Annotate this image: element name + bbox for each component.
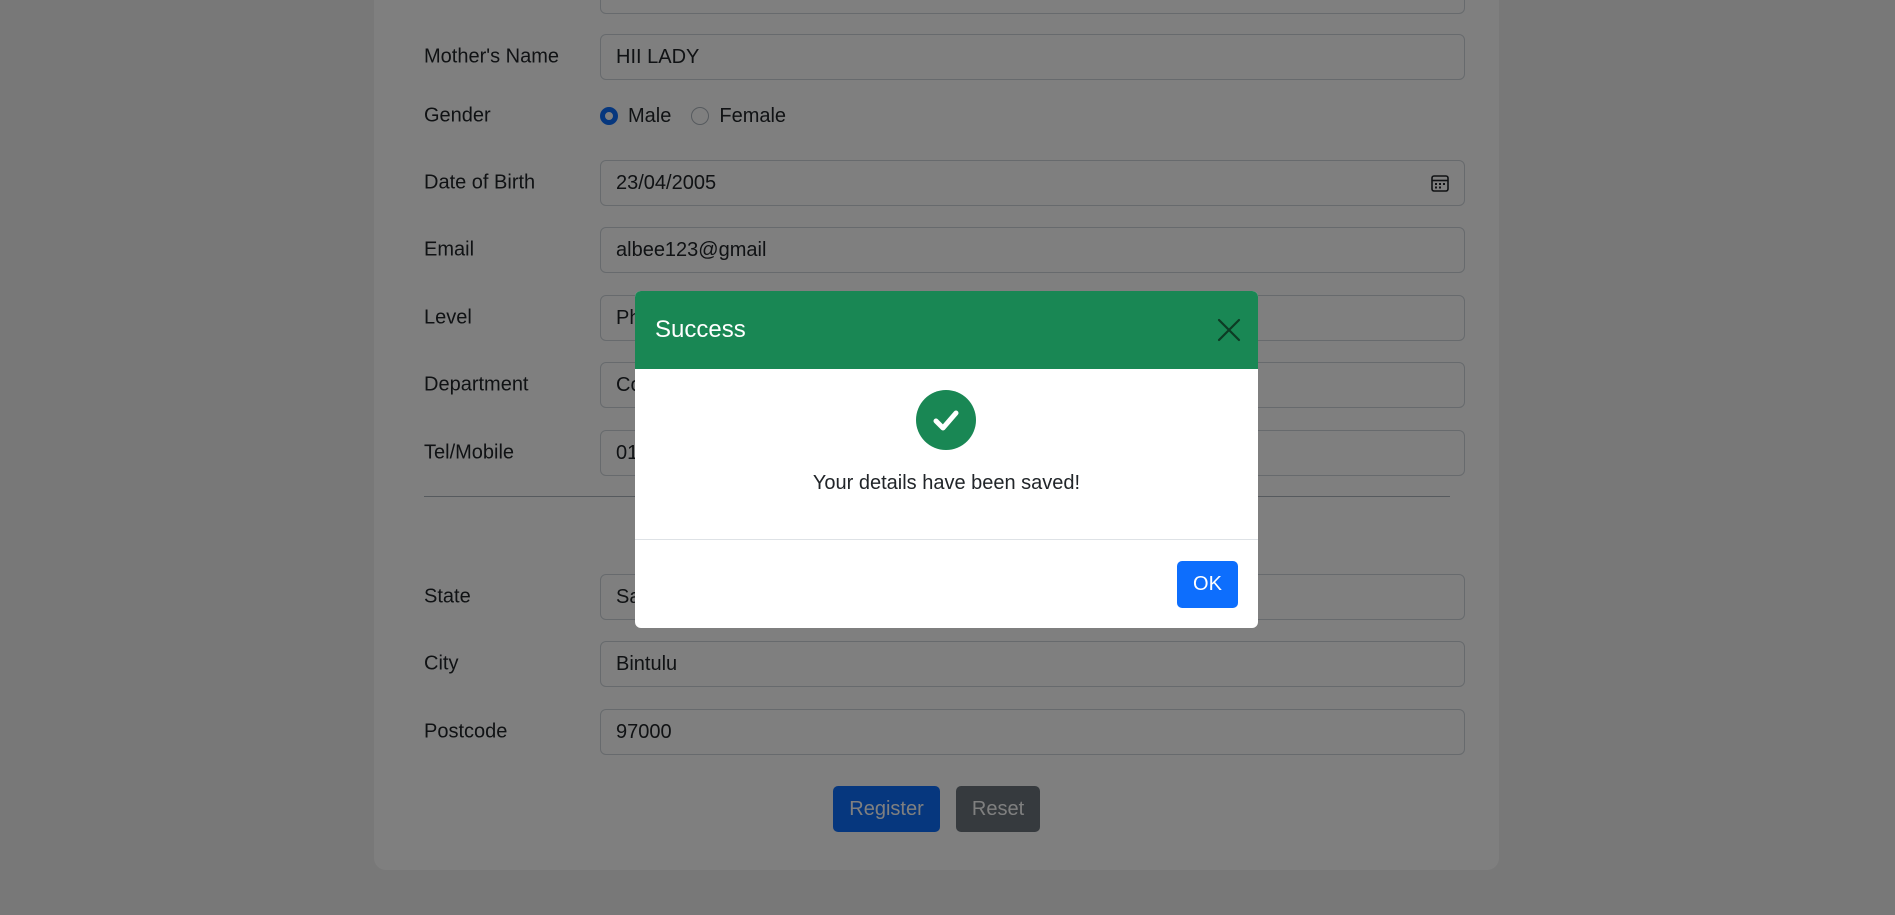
- modal-title: Success: [655, 316, 746, 343]
- modal-header: Success: [635, 291, 1258, 369]
- modal-footer-divider: [635, 539, 1258, 540]
- success-modal: Success Your details have been saved! OK: [635, 291, 1258, 628]
- ok-button[interactable]: OK: [1177, 561, 1238, 608]
- close-icon[interactable]: [1216, 317, 1242, 343]
- modal-message: Your details have been saved!: [812, 472, 1081, 494]
- check-icon: [933, 410, 959, 431]
- check-circle-icon: [916, 390, 976, 450]
